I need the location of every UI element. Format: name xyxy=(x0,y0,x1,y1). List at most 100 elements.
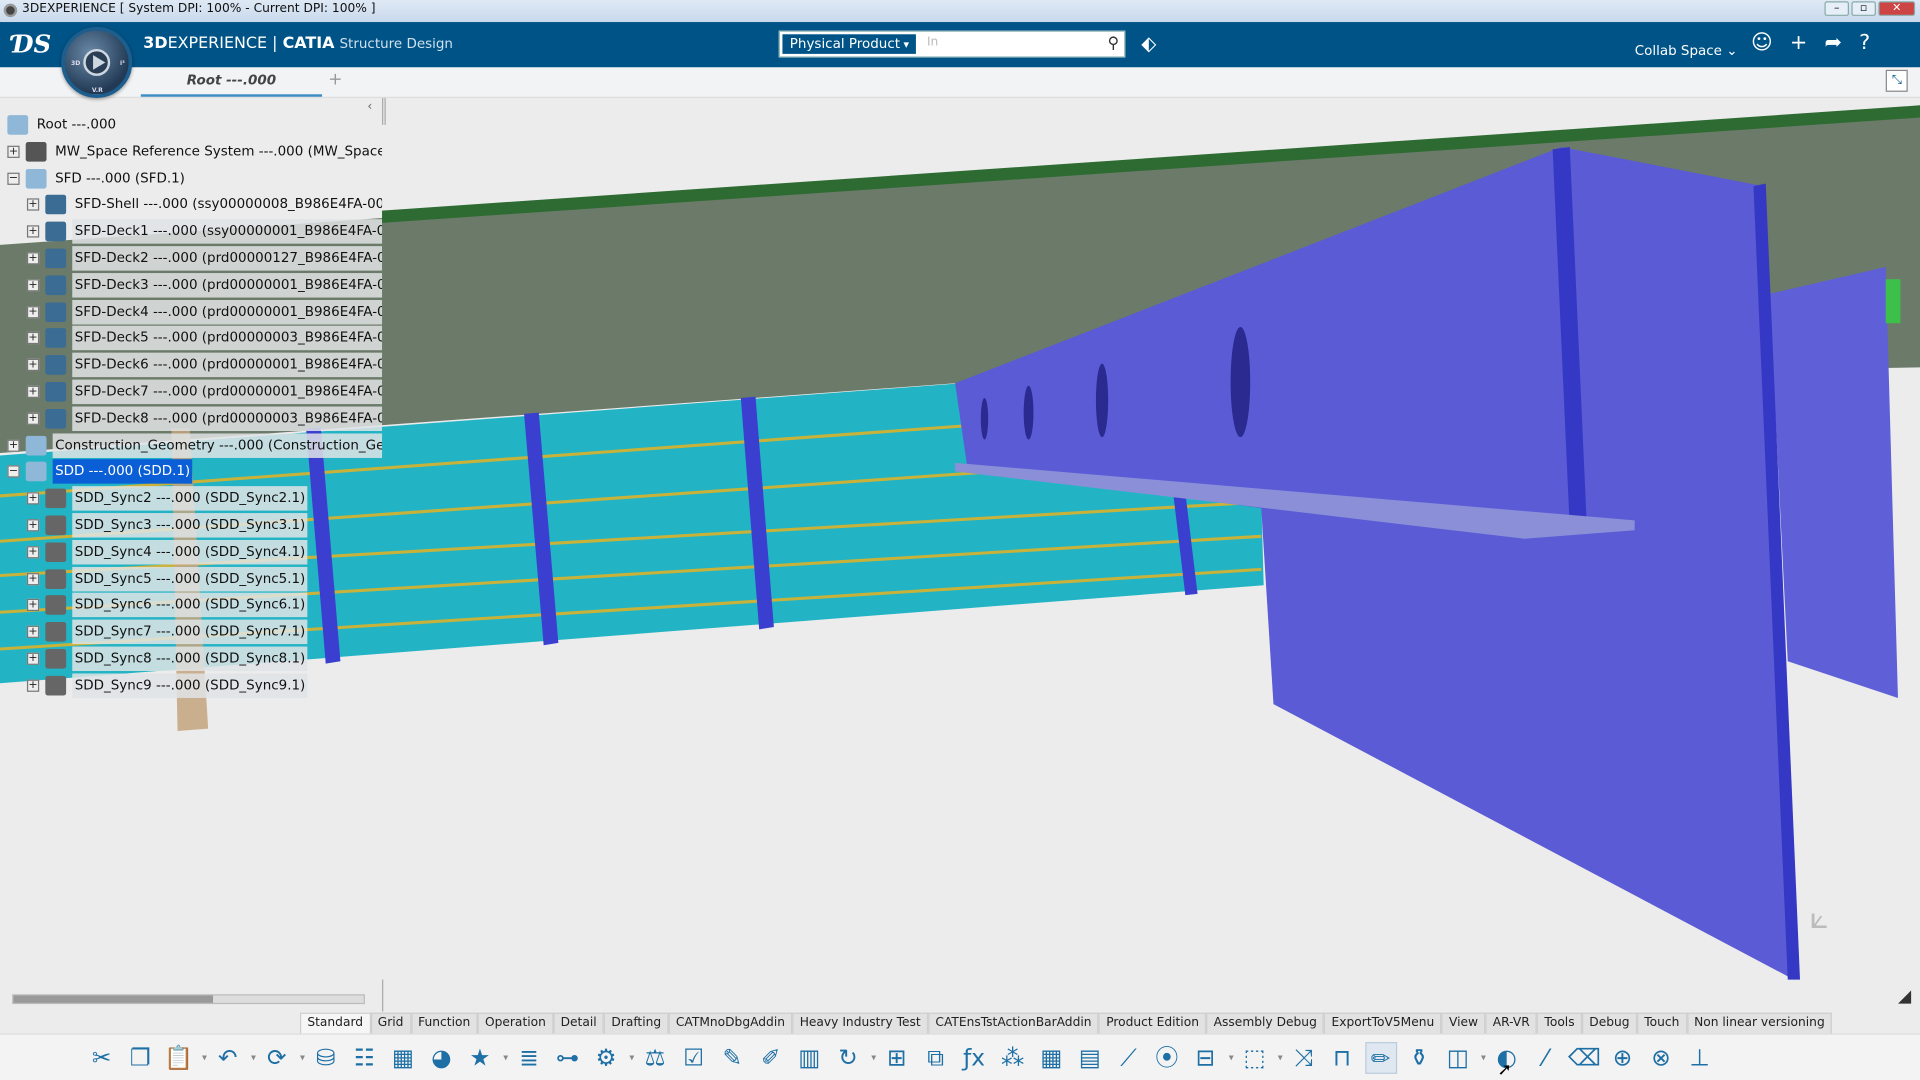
expand-icon[interactable]: + xyxy=(26,252,40,265)
structure-tree-icon[interactable]: ⊞ xyxy=(881,1042,913,1074)
expand-icon[interactable]: + xyxy=(26,572,40,585)
tree-node[interactable]: Root ---.000 xyxy=(0,113,382,137)
check-icon[interactable]: ☑ xyxy=(678,1042,710,1074)
tree-node[interactable]: + SFD-Deck6 ---.000 (prd00000001_B986E4FA… xyxy=(0,352,383,378)
refresh-icon[interactable]: ↻ xyxy=(832,1042,876,1074)
compass-widget[interactable]: 3D V.R i³ xyxy=(61,26,133,98)
tree-node[interactable]: + SFD-Deck8 ---.000 (prd00000003_B986E4FA… xyxy=(0,406,383,431)
measure-icon[interactable]: ⟋ xyxy=(1112,1042,1144,1074)
copy-icon[interactable]: ❐ xyxy=(124,1042,156,1074)
action-tab-view[interactable]: View xyxy=(1441,1012,1486,1034)
expand-icon[interactable]: + xyxy=(26,278,40,292)
add-tab-button[interactable]: + xyxy=(328,70,342,90)
update-icon[interactable]: ⟳ xyxy=(261,1042,305,1074)
bottle-icon[interactable]: ⚱ xyxy=(1403,1042,1435,1074)
dassault-logo-icon[interactable]: ƊS xyxy=(12,29,51,58)
tree-node[interactable]: + Construction_Geometry ---.000 (Construc… xyxy=(0,432,383,458)
drive-settings-icon[interactable]: ⛁ xyxy=(310,1042,342,1074)
display-settings-icon[interactable]: ⚙ xyxy=(590,1042,635,1074)
scrollbar-thumb[interactable] xyxy=(13,995,214,1003)
expand-icon[interactable]: + xyxy=(26,225,40,238)
tree-node[interactable]: + SFD-Deck2 ---.000 (prd00000127_B986E4FA… xyxy=(0,246,383,271)
chart-table-icon[interactable]: ◕ xyxy=(426,1042,458,1074)
expand-icon[interactable]: + xyxy=(26,679,40,692)
formula-icon[interactable]: ƒx xyxy=(958,1042,990,1074)
rotate-parts-icon[interactable]: ⤨ xyxy=(1288,1042,1320,1074)
tree-node[interactable]: + SDD_Sync8 ---.000 (SDD_Sync8.1) xyxy=(0,646,382,672)
compass-vr[interactable]: V.R xyxy=(92,87,103,94)
expand-icon[interactable]: + xyxy=(26,412,40,425)
tree-icon[interactable]: ⊶ xyxy=(552,1042,584,1074)
search-box[interactable]: Physical Product In ⚲ xyxy=(778,30,1126,58)
expand-icon[interactable]: + xyxy=(26,305,40,318)
cut-icon[interactable]: ✂ xyxy=(86,1042,118,1074)
paste-icon[interactable]: 📋 xyxy=(163,1042,207,1074)
dimension-icon[interactable]: ⊥ xyxy=(1684,1042,1716,1074)
minimize-button[interactable]: – xyxy=(1824,1,1849,16)
expand-icon[interactable]: + xyxy=(7,439,20,452)
search-icon[interactable]: ⚲ xyxy=(1108,34,1120,52)
user-icon[interactable]: ☺ xyxy=(1751,31,1773,55)
tree-node[interactable]: + SFD-Deck1 ---.000 (ssy00000001_B986E4FA… xyxy=(0,219,383,244)
plus-icon[interactable]: + xyxy=(1790,31,1807,55)
action-tab-grid[interactable]: Grid xyxy=(370,1012,411,1034)
tree-node[interactable]: + SDD_Sync2 ---.000 (SDD_Sync2.1) xyxy=(0,486,382,511)
play-icon[interactable] xyxy=(83,48,111,76)
action-tab-non-linear-versioning[interactable]: Non linear versioning xyxy=(1686,1012,1833,1034)
expand-icon[interactable]: + xyxy=(26,652,40,665)
tree-node[interactable]: + SFD-Deck7 ---.000 (prd00000001_B986E4FA… xyxy=(0,379,383,405)
tag-icon[interactable]: ⬖ xyxy=(1141,32,1156,55)
compass-info[interactable]: i³ xyxy=(120,60,125,67)
tree-node[interactable]: − SFD ---.000 (SFD.1) xyxy=(0,166,382,190)
close-button[interactable]: ✕ xyxy=(1878,1,1916,16)
expand-icon[interactable]: + xyxy=(26,385,40,398)
maximize-button[interactable]: ▫ xyxy=(1851,1,1876,16)
collab-space-dropdown[interactable]: Collab Space ⌄ xyxy=(1635,43,1738,59)
expand-icon[interactable]: + xyxy=(26,545,40,559)
cube-icon[interactable]: ⬚ xyxy=(1239,1042,1282,1074)
favorite-star-icon[interactable]: ★ xyxy=(464,1042,509,1074)
tree-node[interactable]: − SDD ---.000 (SDD.1) xyxy=(0,459,382,485)
expand-icon[interactable]: + xyxy=(26,519,40,532)
tree-node[interactable]: + SFD-Deck5 ---.000 (prd00000003_B986E4FA… xyxy=(0,326,383,351)
action-tab-ar-vr[interactable]: AR-VR xyxy=(1485,1012,1538,1034)
search-scope-dropdown[interactable]: Physical Product xyxy=(782,34,917,54)
undo-icon[interactable]: ↶ xyxy=(212,1042,256,1074)
collapse-icon[interactable]: − xyxy=(7,465,20,479)
magic-wand-icon[interactable]: ⁂ xyxy=(997,1042,1029,1074)
fullscreen-icon[interactable]: ⤡ xyxy=(1885,69,1908,92)
edit-link-icon[interactable]: ✎ xyxy=(716,1042,748,1074)
expand-icon[interactable]: + xyxy=(26,359,40,372)
add-shape-icon[interactable]: ⊕ xyxy=(1607,1042,1639,1074)
tree-node[interactable]: + SDD_Sync6 ---.000 (SDD_Sync6.1) xyxy=(0,593,382,618)
action-tab-assembly-debug[interactable]: Assembly Debug xyxy=(1206,1012,1325,1034)
expand-icon[interactable]: + xyxy=(26,625,40,639)
expand-icon[interactable]: + xyxy=(26,198,40,212)
grid-table-icon[interactable]: ▦ xyxy=(1035,1042,1067,1074)
collapse-icon[interactable]: − xyxy=(7,172,20,185)
tree-node[interactable]: + SFD-Shell ---.000 (ssy00000008_B986E4FA… xyxy=(0,193,382,217)
action-tab-detail[interactable]: Detail xyxy=(553,1012,605,1034)
tree-node[interactable]: + SDD_Sync4 ---.000 (SDD_Sync4.1) xyxy=(0,539,382,565)
list-icon[interactable]: ≣ xyxy=(513,1042,545,1074)
book-icon[interactable]: ▥ xyxy=(793,1042,825,1074)
tree-node[interactable]: + MW_Space Reference System ---.000 (MW_S… xyxy=(0,139,382,163)
tree-node[interactable]: + SDD_Sync3 ---.000 (SDD_Sync3.1) xyxy=(0,513,382,538)
tree-node[interactable]: + SFD-Deck4 ---.000 (prd00000001_B986E4FA… xyxy=(0,299,383,324)
tab-root[interactable]: Root ---.000 xyxy=(140,67,323,97)
slider-icon[interactable]: ⊟ xyxy=(1190,1042,1234,1074)
share-icon[interactable]: ➦ xyxy=(1824,31,1841,55)
expand-icon[interactable]: + xyxy=(26,332,40,345)
section-icon[interactable]: ◫ xyxy=(1442,1042,1486,1074)
expand-icon[interactable]: + xyxy=(26,492,40,505)
table-icon[interactable]: ▦ xyxy=(387,1042,419,1074)
ruler-pen-icon[interactable]: ✏ xyxy=(1364,1042,1397,1074)
axis-triad-icon[interactable]: ⟀ xyxy=(1810,900,1829,938)
action-tab-product-edition[interactable]: Product Edition xyxy=(1098,1012,1207,1034)
action-tab-touch[interactable]: Touch xyxy=(1636,1012,1687,1034)
tree-splitter[interactable] xyxy=(382,97,386,125)
traffic-light-icon[interactable]: ⦿ xyxy=(1151,1042,1183,1074)
action-tab-debug[interactable]: Debug xyxy=(1581,1012,1637,1034)
action-tab-function[interactable]: Function xyxy=(410,1012,478,1034)
expand-icon[interactable]: + xyxy=(26,599,40,612)
